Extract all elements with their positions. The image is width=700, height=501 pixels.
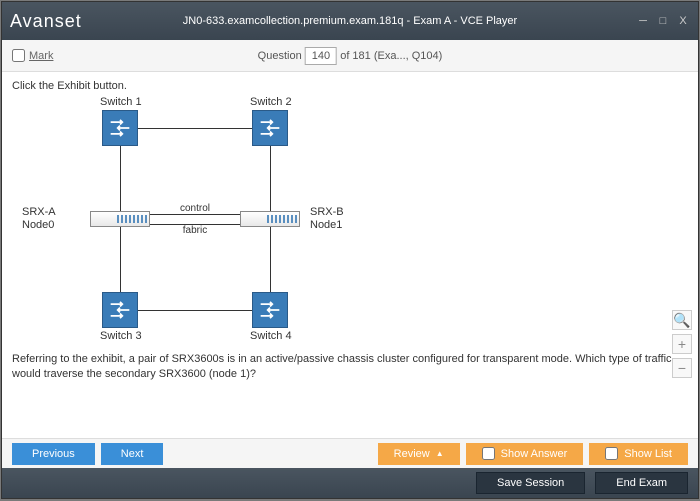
zoom-in-button[interactable]: +: [672, 334, 692, 354]
previous-button[interactable]: Previous: [12, 443, 95, 465]
question-text: Referring to the exhibit, a pair of SRX3…: [12, 352, 688, 383]
save-session-button[interactable]: Save Session: [476, 472, 585, 494]
switch4-icon: [252, 292, 288, 328]
zoom-reset-button[interactable]: 🔍: [672, 310, 692, 330]
zoom-out-button[interactable]: −: [672, 358, 692, 378]
chevron-up-icon: ▲: [436, 449, 444, 458]
question-bar: Mark Question 140 of 181 (Exa..., Q104): [2, 40, 698, 72]
magnifier-icon: 🔍: [673, 312, 690, 329]
mark-checkbox[interactable]: [12, 49, 25, 62]
close-button[interactable]: X: [676, 15, 690, 27]
control-link-label: control: [170, 203, 220, 214]
review-label: Review: [394, 448, 430, 460]
app-logo: Avanset: [10, 11, 82, 32]
switch3-icon: [102, 292, 138, 328]
switch2-icon: [252, 110, 288, 146]
srxa-label: SRX-A Node0: [22, 206, 56, 232]
question-word: Question: [258, 50, 302, 62]
srxb-icon: [240, 211, 300, 227]
show-answer-label: Show Answer: [501, 448, 568, 460]
next-button[interactable]: Next: [101, 443, 164, 465]
show-answer-button[interactable]: Show Answer: [466, 443, 584, 465]
exhibit-instruction: Click the Exhibit button.: [12, 80, 688, 92]
window-controls: ─ □ X: [636, 15, 690, 27]
srxb-label: SRX-B Node1: [310, 206, 344, 232]
fabric-link-label: fabric: [170, 225, 220, 236]
diagram-line: [138, 128, 252, 129]
plus-icon: +: [678, 336, 686, 352]
diagram-line: [138, 310, 252, 311]
question-of-text: of 181 (Exa..., Q104): [340, 50, 442, 62]
switch3-label: Switch 3: [100, 330, 142, 342]
switch2-label: Switch 2: [250, 96, 292, 108]
zoom-controls: 🔍 + −: [672, 310, 692, 378]
session-toolbar: Save Session End Exam: [2, 468, 698, 498]
question-number-input[interactable]: 140: [305, 47, 337, 65]
show-list-label: Show List: [624, 448, 672, 460]
diagram-line: [120, 227, 121, 292]
end-exam-button[interactable]: End Exam: [595, 472, 688, 494]
app-window: Avanset JN0-633.examcollection.premium.e…: [1, 1, 699, 499]
srxa-icon: [90, 211, 150, 227]
content-area: Click the Exhibit button. Switch 1 Switc…: [2, 72, 698, 438]
show-list-button[interactable]: Show List: [589, 443, 688, 465]
review-button[interactable]: Review ▲: [378, 443, 460, 465]
minimize-button[interactable]: ─: [636, 15, 650, 27]
diagram-line: [120, 146, 121, 211]
switch4-label: Switch 4: [250, 330, 292, 342]
titlebar: Avanset JN0-633.examcollection.premium.e…: [2, 2, 698, 40]
mark-label[interactable]: Mark: [29, 50, 53, 62]
nav-toolbar: Previous Next Review ▲ Show Answer Show L…: [2, 438, 698, 468]
diagram-line: [270, 146, 271, 211]
show-list-checkbox[interactable]: [605, 447, 618, 460]
diagram-line: [150, 214, 240, 215]
diagram-line: [270, 227, 271, 292]
show-answer-checkbox[interactable]: [482, 447, 495, 460]
minus-icon: −: [678, 360, 686, 376]
switch1-icon: [102, 110, 138, 146]
maximize-button[interactable]: □: [656, 15, 670, 27]
question-indicator: Question 140 of 181 (Exa..., Q104): [258, 47, 443, 65]
switch1-label: Switch 1: [100, 96, 142, 108]
window-title: JN0-633.examcollection.premium.exam.181q…: [183, 15, 517, 27]
network-diagram: Switch 1 Switch 2 SRX-A Node0 SRX-B Node…: [52, 96, 412, 346]
